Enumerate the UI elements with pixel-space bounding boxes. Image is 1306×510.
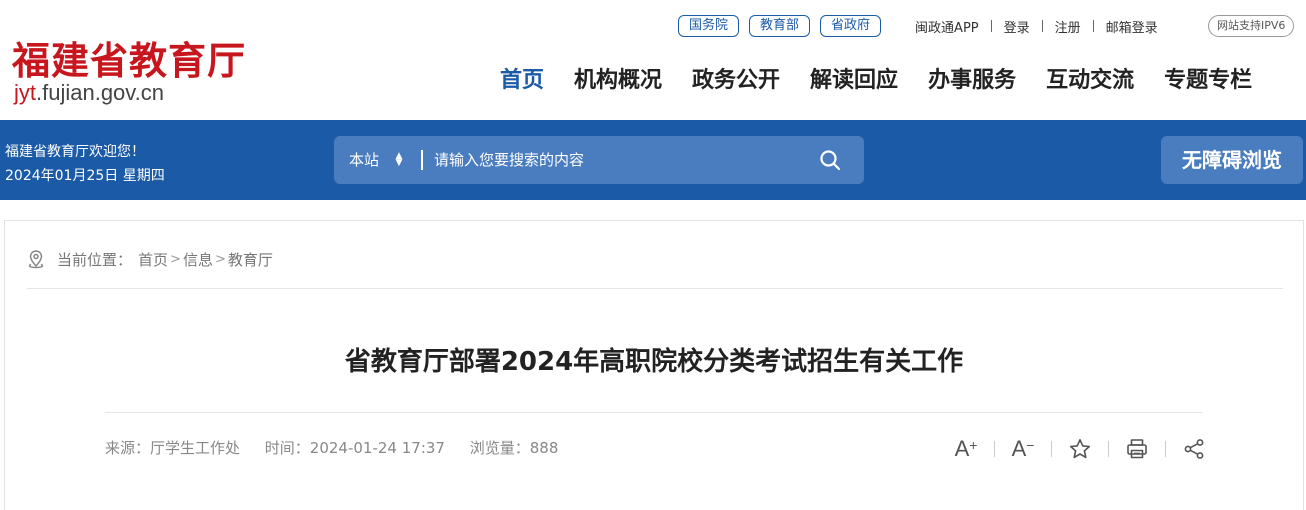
divider	[1092, 20, 1094, 32]
breadcrumb-separator: >	[214, 251, 226, 267]
article-views: 浏览量：888	[469, 439, 559, 457]
divider	[1165, 441, 1166, 457]
breadcrumb-department[interactable]: 教育厅	[228, 249, 273, 270]
search-scope-select[interactable]: 本站	[349, 136, 379, 184]
article-meta: 来源：厅学生工作处 时间：2024-01-24 17:37 浏览量：888	[105, 435, 578, 461]
ipv6-badge: 网站支持IPV6	[1208, 15, 1295, 37]
link-provincial-government[interactable]: 省政府	[820, 15, 882, 37]
divider	[1051, 441, 1052, 457]
search-input[interactable]	[434, 144, 804, 176]
search-bar-band: 福建省教育厅欢迎您！ 2024年01月25日 星期四 本站 ▲▼ 无障碍浏览	[0, 120, 1306, 200]
breadcrumb-separator: >	[170, 251, 181, 267]
divider	[27, 288, 1283, 289]
font-decrease-letter: A	[1011, 436, 1027, 461]
nav-interaction[interactable]: 互动交流	[1046, 64, 1134, 98]
breadcrumb-label: 当前位置：	[57, 250, 133, 269]
article-source: 来源：厅学生工作处	[105, 439, 241, 457]
site-logo[interactable]: 福建省教育厅	[12, 30, 246, 85]
divider	[994, 441, 995, 457]
font-increase-plus: +	[969, 437, 978, 453]
link-state-council[interactable]: 国务院	[678, 15, 740, 37]
font-increase-icon[interactable]: A +	[953, 436, 979, 462]
divider	[990, 20, 992, 32]
site-url-suffix: .fujian.gov.cn	[36, 80, 165, 105]
font-decrease-minus: −	[1026, 437, 1035, 453]
current-date: 2024年01月25日 星期四	[5, 168, 165, 184]
site-url: jyt.fujian.gov.cn	[14, 80, 164, 106]
nav-government-affairs[interactable]: 政务公开	[692, 64, 780, 98]
star-icon[interactable]	[1067, 436, 1093, 462]
divider	[105, 412, 1203, 413]
divider	[1108, 441, 1109, 457]
nav-special-topics[interactable]: 专题专栏	[1164, 64, 1252, 98]
link-mzt-app[interactable]: 闽政通APP	[915, 17, 979, 36]
chevron-updown-icon[interactable]: ▲ ▼	[394, 152, 404, 168]
breadcrumb: 当前位置： 首页 > 信息 > 教育厅	[27, 247, 273, 271]
breadcrumb-home[interactable]: 首页	[138, 249, 168, 270]
nav-services[interactable]: 办事服务	[928, 64, 1016, 98]
print-icon[interactable]	[1124, 436, 1150, 462]
site-url-prefix: jyt	[14, 80, 36, 105]
welcome-block: 福建省教育厅欢迎您！ 2024年01月25日 星期四	[5, 140, 165, 188]
divider	[1041, 20, 1043, 32]
nav-home[interactable]: 首页	[500, 64, 544, 98]
welcome-text: 福建省教育厅欢迎您！	[5, 144, 145, 160]
main-nav: 首页 机构概况 政务公开 解读回应 办事服务 互动交流 专题专栏	[500, 64, 1252, 98]
top-links: 国务院 教育部 省政府 闽政通APP 登录 注册 邮箱登录	[678, 14, 1158, 38]
login-link[interactable]: 登录	[1004, 17, 1030, 36]
nav-interpretation[interactable]: 解读回应	[810, 64, 898, 98]
article-tools: A + A −	[953, 435, 1207, 463]
breadcrumb-info[interactable]: 信息	[183, 249, 213, 270]
register-link[interactable]: 注册	[1055, 17, 1081, 36]
article-title: 省教育厅部署2024年高职院校分类考试招生有关工作	[344, 347, 964, 377]
mail-login-link[interactable]: 邮箱登录	[1106, 17, 1158, 36]
search-icon[interactable]	[818, 148, 842, 172]
font-decrease-icon[interactable]: A −	[1010, 436, 1036, 462]
article-time: 时间：2024-01-24 17:37	[264, 439, 445, 457]
article-panel: 当前位置： 首页 > 信息 > 教育厅 省教育厅部署2024年高职院校分类考试招…	[4, 220, 1304, 510]
search-divider	[421, 150, 423, 170]
site-header: 福建省教育厅 jyt.fujian.gov.cn 国务院 教育部 省政府 闽政通…	[0, 0, 1306, 120]
link-ministry-education[interactable]: 教育部	[749, 15, 811, 37]
location-icon	[27, 249, 45, 269]
nav-organization[interactable]: 机构概况	[574, 64, 662, 98]
accessibility-button[interactable]: 无障碍浏览	[1161, 136, 1303, 184]
search-box: 本站 ▲ ▼	[334, 136, 864, 184]
font-increase-letter: A	[954, 436, 970, 461]
share-icon[interactable]	[1181, 436, 1207, 462]
